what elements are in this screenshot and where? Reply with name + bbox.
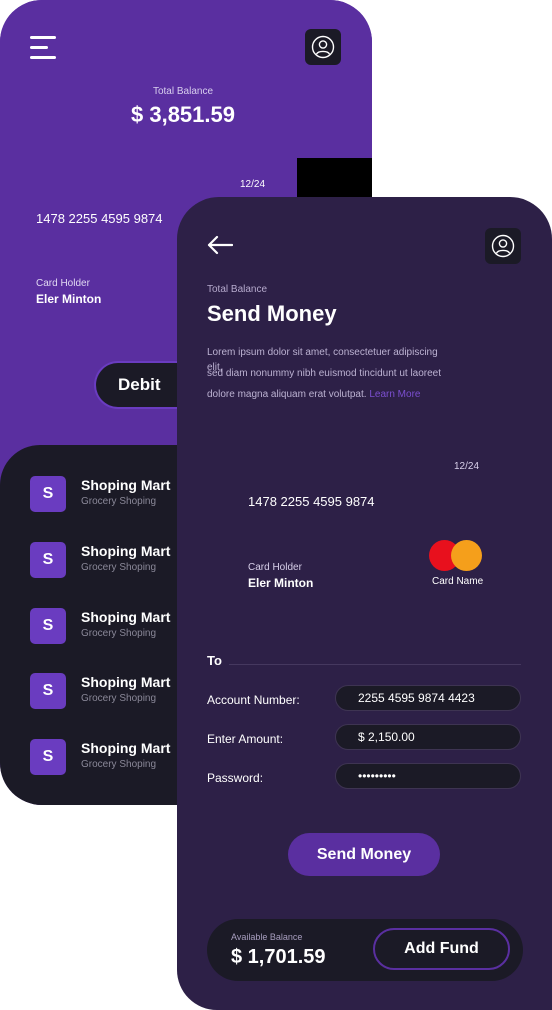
password-field[interactable]: ••••••••• [335, 763, 521, 789]
hamburger-menu-icon[interactable] [30, 36, 56, 60]
back-arrow-icon[interactable] [207, 235, 233, 255]
transaction-subtitle: Grocery Shoping [81, 759, 157, 770]
available-balance-amount: $ 1,701.59 [231, 946, 326, 968]
card-expiry: 12/24 [240, 179, 266, 190]
add-fund-button[interactable]: Add Fund [373, 928, 510, 970]
transaction-title: Shoping Mart [81, 674, 171, 690]
card-expiry: 12/24 [454, 461, 480, 472]
card-number: 1478 2255 4595 9874 [36, 211, 163, 226]
merchant-badge: S [30, 542, 66, 578]
card-chip-area [297, 158, 372, 200]
card-holder-label: Card Holder [248, 562, 302, 573]
page-title: Send Money [207, 301, 337, 326]
account-number-field[interactable]: 2255 4595 9874 4423 [335, 685, 521, 711]
merchant-badge: S [30, 608, 66, 644]
available-balance-bar: Available Balance $ 1,701.59 Add Fund [207, 919, 523, 981]
transaction-subtitle: Grocery Shoping [81, 628, 157, 639]
total-balance-label: Total Balance [152, 86, 214, 97]
profile-button[interactable] [305, 29, 341, 65]
profile-button[interactable] [485, 228, 521, 264]
description-line: sed diam nonummy nibh euismod tincidunt … [207, 368, 442, 379]
transaction-title: Shoping Mart [81, 477, 171, 493]
total-balance-label: Total Balance [207, 284, 268, 295]
available-balance-label: Available Balance [231, 932, 303, 942]
total-balance-amount: $ 3,851.59 [131, 102, 235, 127]
mastercard-logo-icon [429, 540, 483, 572]
transaction-title: Shoping Mart [81, 543, 171, 559]
user-icon [311, 35, 335, 59]
merchant-badge: S [30, 739, 66, 775]
transaction-subtitle: Grocery Shoping [81, 496, 157, 507]
amount-field[interactable]: $ 2,150.00 [335, 724, 521, 750]
merchant-badge: S [30, 476, 66, 512]
card-holder-label: Card Holder [36, 278, 90, 289]
card-holder-name: Eler Minton [248, 576, 314, 590]
send-money-screen: Total Balance Send Money Lorem ipsum dol… [177, 197, 552, 1010]
transaction-subtitle: Grocery Shoping [81, 562, 157, 573]
learn-more-link[interactable]: Learn More [369, 389, 420, 400]
divider [229, 664, 521, 665]
account-number-label: Account Number: [207, 693, 300, 707]
card-name-label: Card Name [432, 576, 484, 587]
transaction-title: Shoping Mart [81, 609, 171, 625]
description-line: dolore magna aliquam erat volutpat. Lear… [207, 389, 420, 400]
send-money-button[interactable]: Send Money [288, 833, 440, 876]
description-line: Lorem ipsum dolor sit amet, consectetuer… [207, 347, 438, 358]
transaction-title: Shoping Mart [81, 740, 171, 756]
password-label: Password: [207, 771, 264, 785]
transaction-subtitle: Grocery Shoping [81, 693, 157, 704]
description-text: dolore magna aliquam erat volutpat. [207, 389, 367, 400]
user-icon [491, 234, 515, 258]
amount-label: Enter Amount: [207, 732, 284, 746]
to-section-label: To [207, 653, 222, 668]
card-number: 1478 2255 4595 9874 [248, 494, 375, 509]
merchant-badge: S [30, 673, 66, 709]
card-holder-name: Eler Minton [36, 292, 102, 306]
